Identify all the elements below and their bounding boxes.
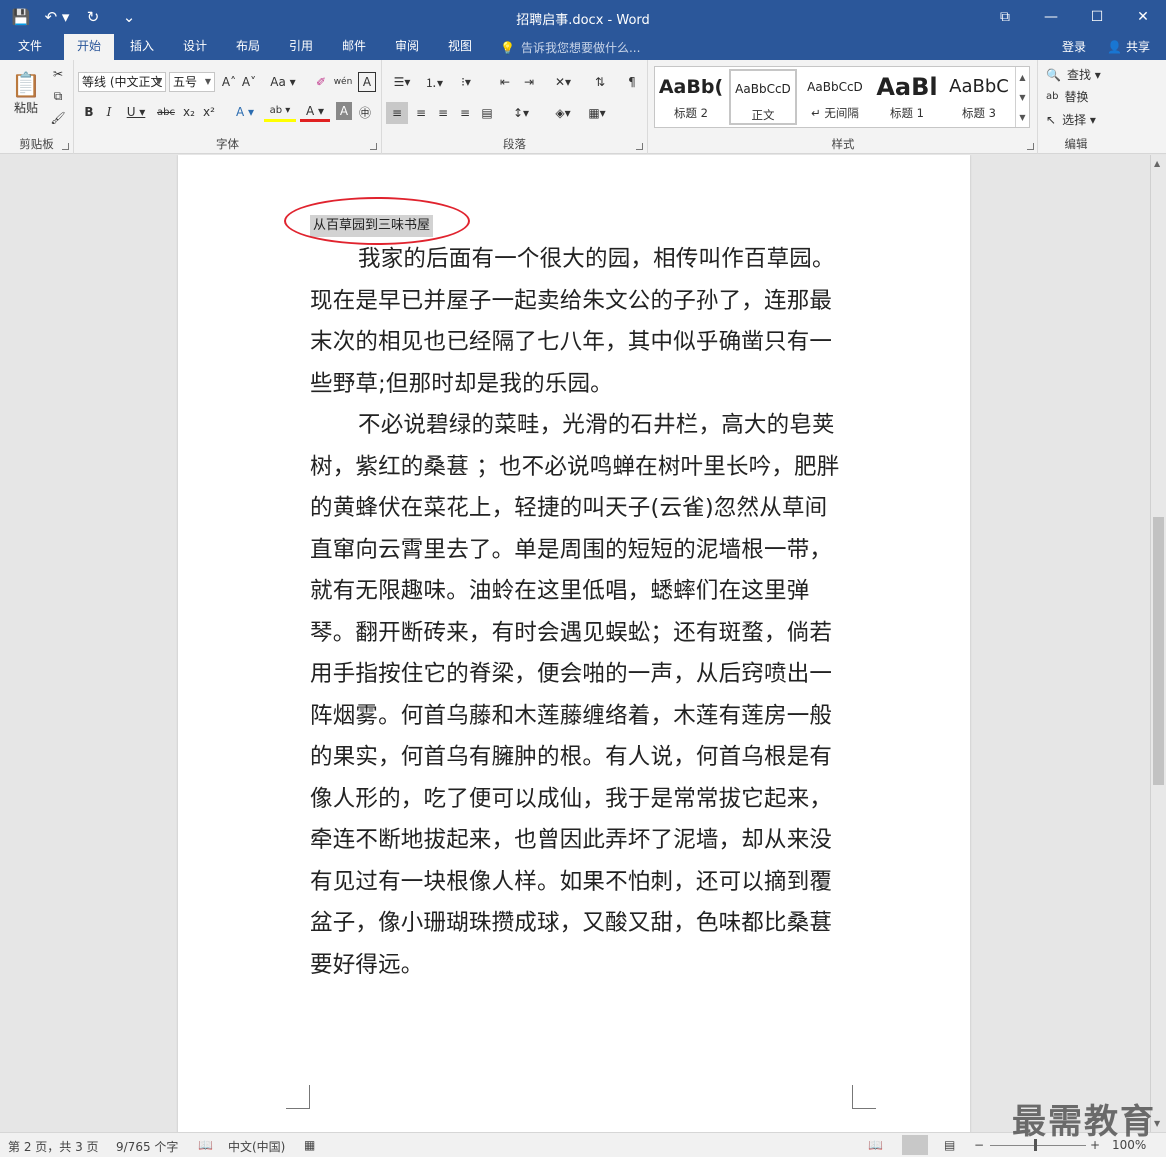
superscript-button[interactable]: x² bbox=[200, 102, 218, 122]
copy-icon[interactable]: ⧉ bbox=[48, 86, 68, 106]
font-name-select[interactable]: 等线 (中文正文 ▼ bbox=[78, 72, 166, 92]
bullets-icon[interactable]: ☰▾ bbox=[388, 72, 416, 92]
phonetic-guide-button[interactable]: wén bbox=[332, 72, 354, 92]
font-size-select[interactable]: 五号 ▼ bbox=[169, 72, 215, 92]
distributed-icon[interactable]: ▤ bbox=[476, 102, 498, 124]
web-layout-icon[interactable]: ▤ bbox=[944, 1138, 955, 1152]
proofing-icon[interactable]: 📖 bbox=[198, 1138, 213, 1152]
tab-file[interactable]: 文件 bbox=[10, 34, 50, 60]
scroll-thumb[interactable] bbox=[1153, 517, 1164, 785]
cut-icon[interactable]: ✂ bbox=[48, 64, 68, 84]
watermark-logo: 最需教育 bbox=[1012, 1102, 1156, 1142]
person-icon: 👤 bbox=[1107, 39, 1122, 54]
tab-review[interactable]: 审阅 bbox=[387, 34, 427, 60]
clipboard-launcher-icon[interactable] bbox=[62, 143, 69, 150]
increase-indent-icon[interactable]: ⇥ bbox=[518, 72, 540, 92]
tab-layout[interactable]: 布局 bbox=[228, 34, 268, 60]
tab-mailings[interactable]: 邮件 bbox=[334, 34, 374, 60]
paragraph-group-label: 段落 bbox=[503, 137, 526, 151]
tell-me-placeholder: 告诉我您想要做什么... bbox=[520, 41, 641, 55]
shading-icon[interactable]: ◈▾ bbox=[548, 102, 578, 124]
align-center-icon[interactable]: ≡ bbox=[410, 102, 432, 124]
document-area: 从百草园到三味书屋 我家的后面有一个很大的园，相传叫作百草园。现在是早已并屋子一… bbox=[0, 155, 1150, 1132]
line-spacing-icon[interactable]: ↕▾ bbox=[506, 102, 536, 124]
align-right-icon[interactable]: ≡ bbox=[432, 102, 454, 124]
status-bar: 第 2 页，共 3 页 9/765 个字 📖 中文(中国) ▦ 📖 ▤ − + … bbox=[0, 1132, 1166, 1157]
shrink-font-button[interactable]: A˅ bbox=[240, 72, 258, 92]
share-label: 共享 bbox=[1125, 40, 1150, 54]
highlight-button[interactable]: ab ▾ bbox=[264, 102, 296, 122]
ribbon-tabs: 文件 开始 插入 设计 布局 引用 邮件 审阅 视图 💡 告诉我您想要做什么..… bbox=[0, 34, 1166, 60]
strikethrough-button[interactable]: abc bbox=[154, 102, 178, 122]
tab-design[interactable]: 设计 bbox=[175, 34, 215, 60]
chinese-layout-icon[interactable]: ✕▾ bbox=[548, 72, 578, 92]
underline-button[interactable]: U ▾ bbox=[122, 102, 150, 122]
numbering-icon[interactable]: ⒈▾ bbox=[420, 72, 448, 92]
char-shading-button[interactable]: A bbox=[336, 102, 352, 120]
language[interactable]: 中文(中国) bbox=[228, 1138, 285, 1155]
clipboard-group: 📋 粘贴 ✂ ⧉ 🖌 剪贴板 bbox=[0, 60, 74, 154]
decrease-indent-icon[interactable]: ⇤ bbox=[494, 72, 516, 92]
justify-icon[interactable]: ≡ bbox=[454, 102, 476, 124]
document-page[interactable]: 从百草园到三味书屋 我家的后面有一个很大的园，相传叫作百草园。现在是早已并屋子一… bbox=[178, 155, 970, 1132]
margin-mark-left bbox=[286, 1085, 310, 1109]
macro-icon[interactable]: ▦ bbox=[304, 1138, 315, 1152]
tab-view[interactable]: 视图 bbox=[440, 34, 480, 60]
word-count[interactable]: 9/765 个字 bbox=[116, 1138, 178, 1155]
tab-home[interactable]: 开始 bbox=[64, 34, 114, 60]
close-button[interactable]: ✕ bbox=[1120, 0, 1166, 34]
scroll-up-icon[interactable]: ▲ bbox=[1154, 159, 1160, 168]
read-mode-icon[interactable]: 📖 bbox=[868, 1138, 883, 1152]
multilevel-list-icon[interactable]: ⁝▾ bbox=[452, 72, 480, 92]
clear-formatting-button[interactable]: ✐ bbox=[312, 72, 330, 92]
page-count[interactable]: 第 2 页，共 3 页 bbox=[8, 1138, 99, 1155]
paragraph-2[interactable]: 不必说碧绿的菜畦，光滑的石井栏，高大的皂荚树，紫红的桑葚 ；也不必说鸣蝉在树叶里… bbox=[310, 405, 840, 986]
ribbon: 📋 粘贴 ✂ ⧉ 🖌 剪贴板 等线 (中文正文 ▼ 五号 ▼ A˄ A˅ Aa ▾ … bbox=[0, 60, 1166, 154]
login-link[interactable]: 登录 bbox=[1062, 38, 1086, 55]
show-marks-icon[interactable]: ¶ bbox=[622, 72, 642, 92]
font-group: 等线 (中文正文 ▼ 五号 ▼ A˄ A˅ Aa ▾ ✐ wén A B I U ▾… bbox=[74, 60, 382, 154]
ribbon-display-options-button[interactable]: ⧉ bbox=[982, 0, 1028, 34]
print-layout-icon[interactable] bbox=[902, 1135, 928, 1155]
maximize-button[interactable]: ☐ bbox=[1074, 0, 1120, 34]
paste-button[interactable]: 📋 粘贴 bbox=[8, 64, 44, 122]
styles-launcher-icon[interactable] bbox=[1027, 143, 1034, 150]
bold-button[interactable]: B bbox=[80, 102, 98, 122]
minimize-button[interactable]: — bbox=[1028, 0, 1074, 34]
paragraph-group: ☰▾ ⒈▾ ⁝▾ ⇤ ⇥ ✕▾ ⇅ ¶ ≡ ≡ ≡ ≡ ▤ ↕▾ ◈▾ ▦▾ 段… bbox=[382, 60, 648, 154]
tab-references[interactable]: 引用 bbox=[281, 34, 321, 60]
change-case-button[interactable]: Aa ▾ bbox=[268, 72, 298, 92]
grow-font-button[interactable]: A˄ bbox=[220, 72, 238, 92]
editing-group-label: 编辑 bbox=[1064, 137, 1088, 151]
margin-mark-right bbox=[852, 1085, 876, 1109]
tab-insert[interactable]: 插入 bbox=[122, 34, 162, 60]
annotation-ellipse bbox=[284, 197, 470, 245]
share-button[interactable]: 👤 共享 bbox=[1107, 38, 1150, 55]
align-left-icon[interactable]: ≡ bbox=[386, 102, 408, 124]
font-launcher-icon[interactable] bbox=[370, 143, 377, 150]
paragraph-1[interactable]: 我家的后面有一个很大的园，相传叫作百草园。现在是早已并屋子一起卖给朱文公的子孙了… bbox=[310, 239, 840, 405]
lightbulb-icon: 💡 bbox=[500, 40, 515, 55]
sort-icon[interactable]: ⇅ bbox=[590, 72, 610, 92]
zoom-out-icon[interactable]: − bbox=[974, 1138, 984, 1152]
paragraph-launcher-icon[interactable] bbox=[636, 143, 643, 150]
font-group-label: 字体 bbox=[216, 137, 239, 151]
format-painter-icon[interactable]: 🖌 bbox=[48, 108, 68, 128]
zoom-slider[interactable] bbox=[990, 1145, 1086, 1146]
font-color-button[interactable]: A ▾ bbox=[300, 102, 330, 122]
styles-group-label: 样式 bbox=[831, 137, 855, 151]
title-bar: 💾 ↶ ▾ ↻ ⌄ 招聘启事.docx - Word ⧉ — ☐ ✕ bbox=[0, 0, 1166, 34]
enclose-char-button[interactable]: ㊥ bbox=[356, 102, 374, 122]
text-effects-button[interactable]: A ▾ bbox=[230, 102, 260, 122]
clipboard-icon: 📋 bbox=[11, 70, 41, 99]
char-border-button[interactable]: A bbox=[358, 72, 376, 92]
vertical-scrollbar[interactable]: ▲ ▼ bbox=[1150, 155, 1166, 1132]
borders-icon[interactable]: ▦▾ bbox=[582, 102, 612, 124]
styles-label-wrap: 样式 bbox=[648, 60, 1038, 154]
subscript-button[interactable]: x₂ bbox=[180, 102, 198, 122]
italic-button[interactable]: I bbox=[100, 102, 118, 122]
tell-me-box[interactable]: 💡 告诉我您想要做什么... bbox=[500, 39, 640, 56]
editing-group: 编辑 bbox=[1038, 60, 1114, 154]
